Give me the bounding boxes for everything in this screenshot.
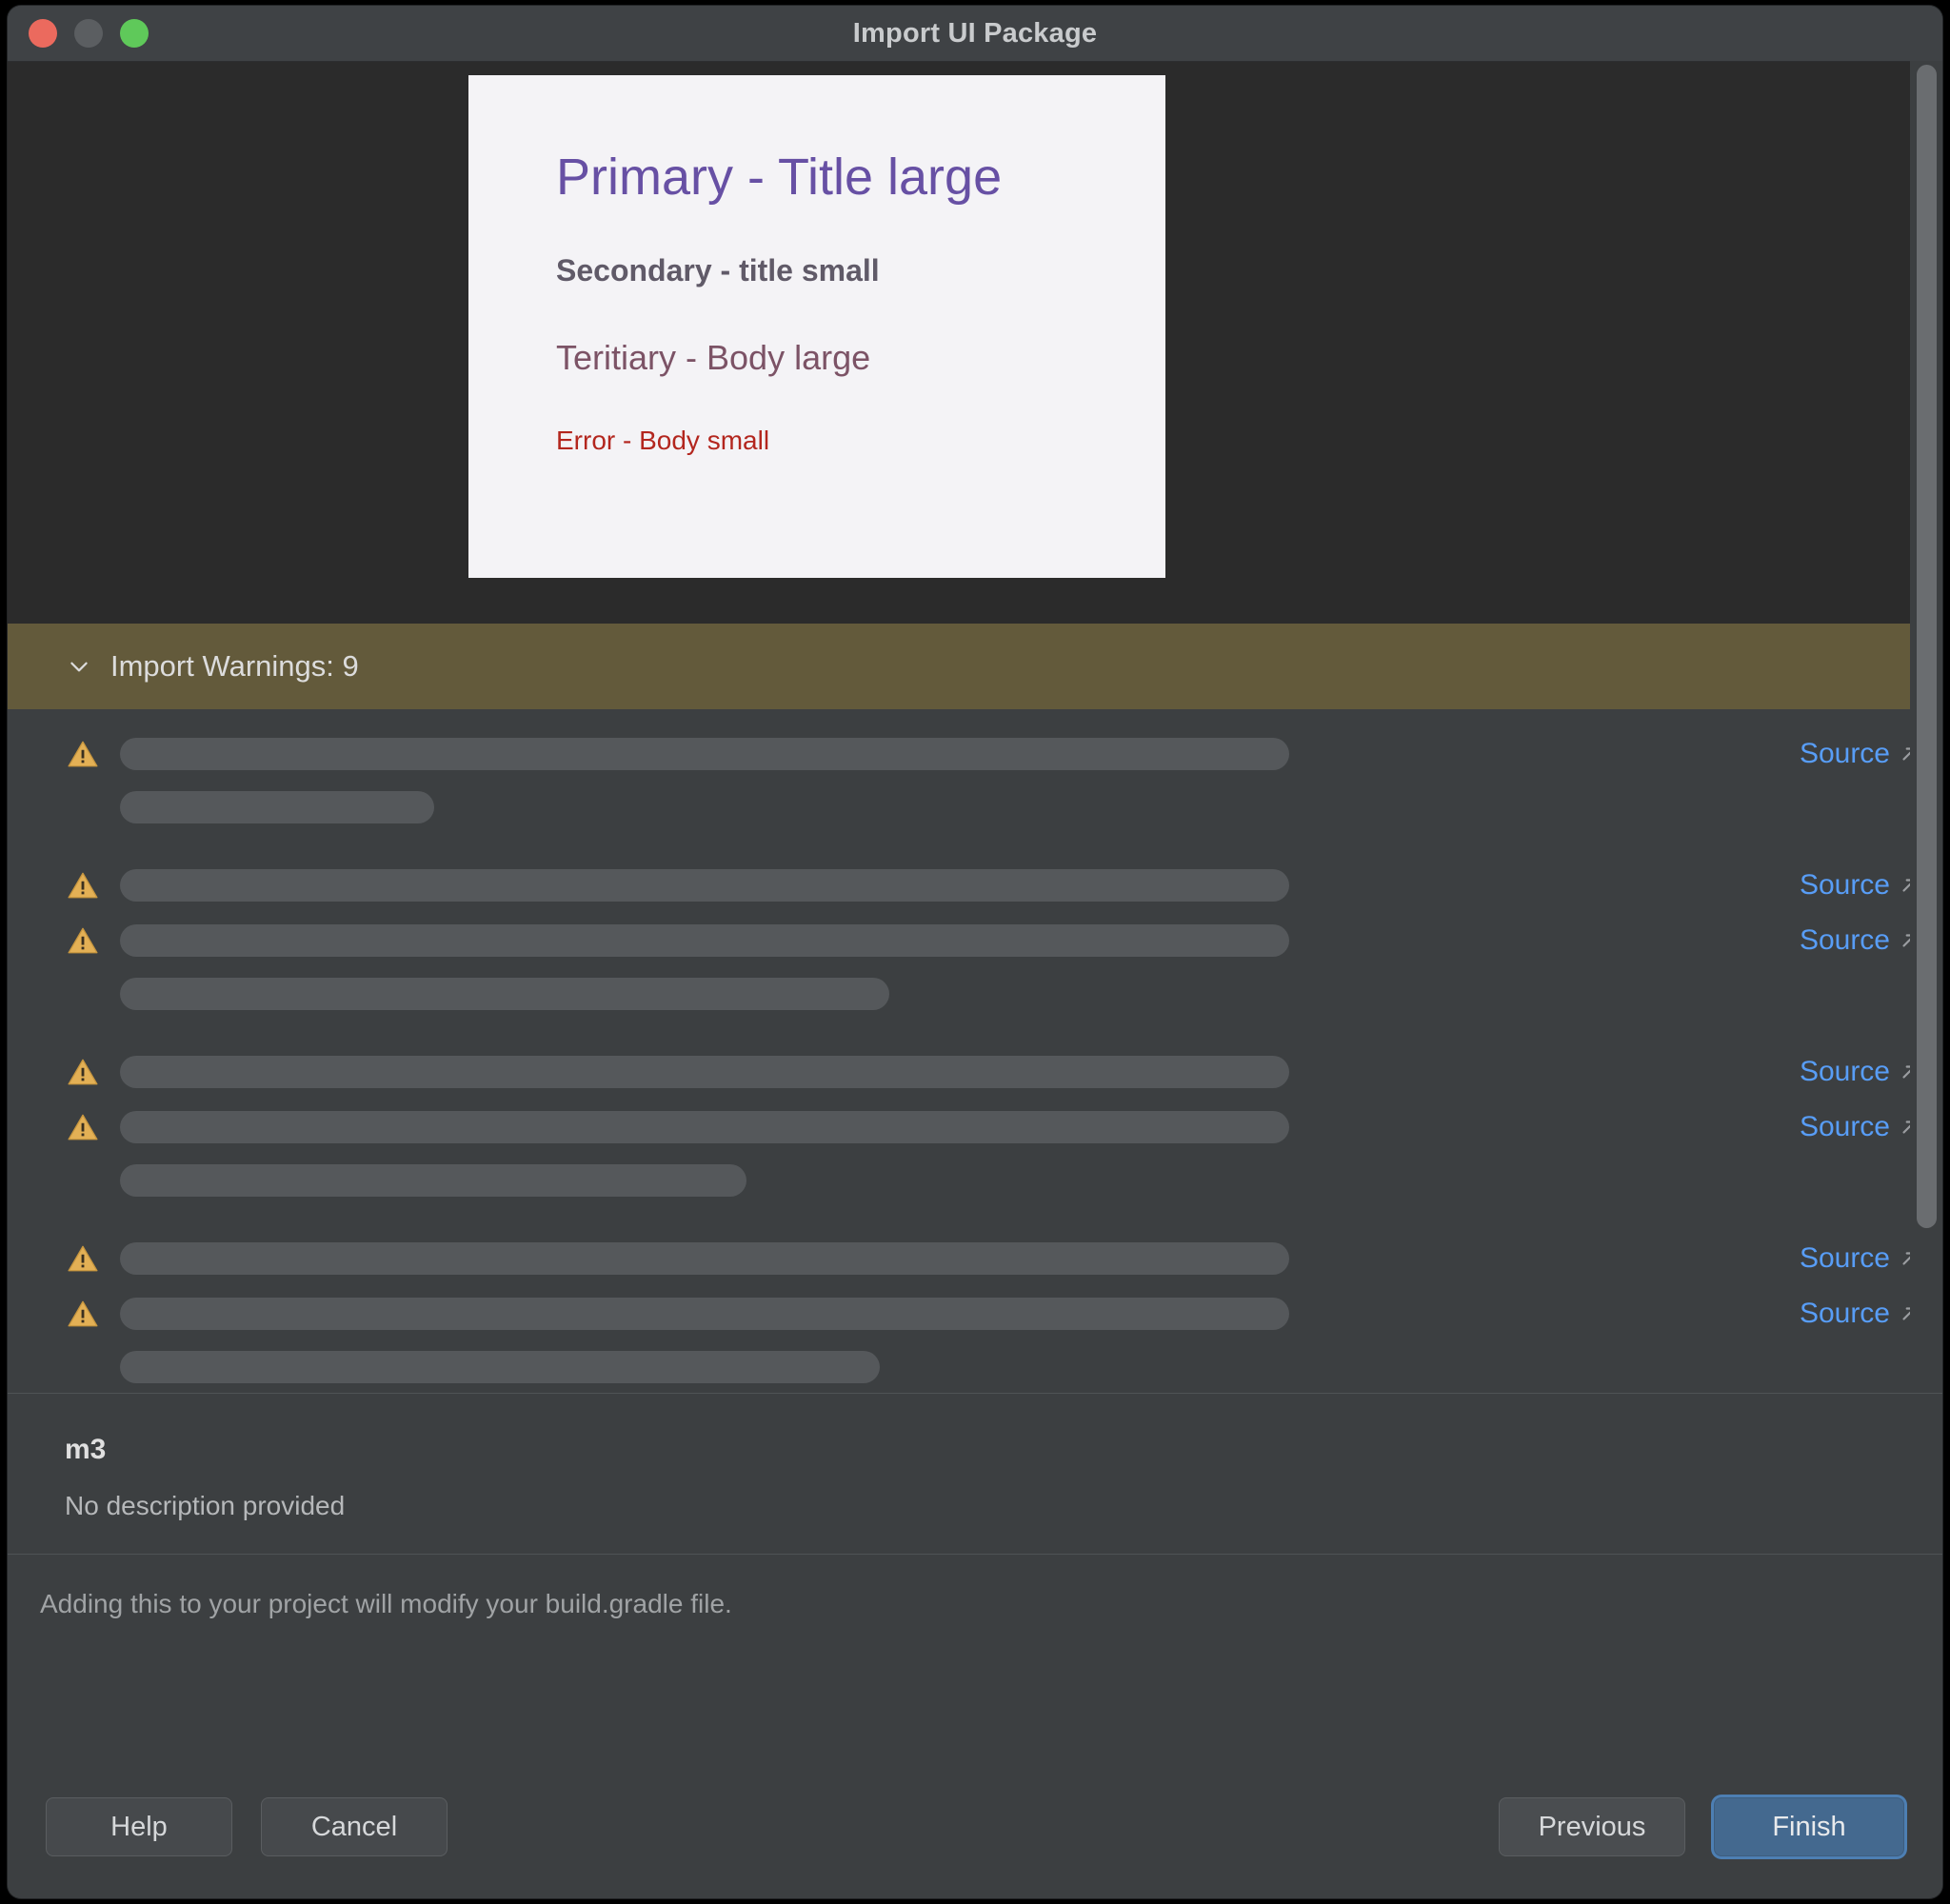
finish-button[interactable]: Finish bbox=[1714, 1797, 1904, 1856]
warning-detail-redacted bbox=[120, 791, 434, 823]
warning-message-redacted bbox=[120, 1298, 1289, 1330]
preview-primary-sample: Primary - Title large bbox=[556, 149, 1003, 206]
warning-item: Source bbox=[8, 1231, 1942, 1286]
warning-detail-redacted bbox=[120, 1351, 880, 1383]
warning-row: Source bbox=[8, 1286, 1942, 1341]
warning-item: Source bbox=[8, 1100, 1942, 1231]
gradle-note-panel: Adding this to your project will modify … bbox=[8, 1555, 1942, 1654]
warning-message-redacted bbox=[120, 869, 1289, 902]
warning-detail-redacted bbox=[120, 1164, 746, 1197]
warning-triangle-icon bbox=[68, 872, 98, 899]
warning-detail-row bbox=[8, 1155, 1942, 1206]
warning-group-gap bbox=[8, 833, 1942, 858]
warning-row: Source bbox=[8, 726, 1942, 782]
warning-triangle-icon bbox=[68, 1059, 98, 1085]
warning-group-gap bbox=[8, 1206, 1942, 1231]
warning-triangle-icon bbox=[68, 1245, 98, 1272]
import-warnings-label: Import Warnings: 9 bbox=[110, 649, 359, 683]
minimize-window-button[interactable] bbox=[74, 19, 103, 48]
warning-source-label: Source bbox=[1799, 738, 1890, 769]
warning-triangle-icon bbox=[68, 1114, 98, 1140]
warning-item: Source bbox=[8, 858, 1942, 913]
warning-row: Source bbox=[8, 913, 1942, 968]
warning-triangle-icon bbox=[68, 1300, 98, 1327]
chevron-down-icon bbox=[70, 662, 88, 672]
preview-error-sample: Error - Body small bbox=[556, 426, 770, 456]
warning-source-label: Source bbox=[1799, 1298, 1890, 1329]
warning-source-label: Source bbox=[1799, 869, 1890, 901]
warning-source-link[interactable]: Source bbox=[1777, 924, 1920, 957]
warning-item: Source bbox=[8, 1044, 1942, 1100]
theme-preview-card: Primary - Title large Secondary - title … bbox=[468, 75, 1165, 578]
import-warnings-banner[interactable]: Import Warnings: 9 bbox=[8, 624, 1942, 709]
warning-group-gap bbox=[8, 1020, 1942, 1044]
warning-source-link[interactable]: Source bbox=[1777, 738, 1920, 770]
window-title: Import UI Package bbox=[852, 17, 1098, 49]
warning-detail-redacted bbox=[120, 978, 889, 1010]
warning-source-link[interactable]: Source bbox=[1777, 1298, 1920, 1330]
warning-message-redacted bbox=[120, 1056, 1289, 1088]
warning-row: Source bbox=[8, 1100, 1942, 1155]
warning-item: Source bbox=[8, 726, 1942, 858]
warning-detail-row bbox=[8, 1341, 1942, 1393]
warning-row: Source bbox=[8, 858, 1942, 913]
warning-row: Source bbox=[8, 1044, 1942, 1100]
theme-preview-area: Primary - Title large Secondary - title … bbox=[8, 62, 1942, 624]
warning-source-link[interactable]: Source bbox=[1777, 1111, 1920, 1143]
gradle-note-text: Adding this to your project will modify … bbox=[40, 1589, 732, 1618]
warning-triangle-icon bbox=[68, 741, 98, 767]
warning-row: Source bbox=[8, 1231, 1942, 1286]
warning-message-redacted bbox=[120, 1111, 1289, 1143]
warning-detail-row bbox=[8, 782, 1942, 833]
warning-source-link[interactable]: Source bbox=[1777, 1242, 1920, 1275]
warning-source-link[interactable]: Source bbox=[1777, 1056, 1920, 1088]
cancel-button[interactable]: Cancel bbox=[261, 1797, 448, 1856]
import-ui-package-dialog: Import UI Package Primary - Title large … bbox=[8, 6, 1942, 1898]
previous-button[interactable]: Previous bbox=[1499, 1797, 1685, 1856]
warning-item: Source bbox=[8, 913, 1942, 1044]
warning-source-label: Source bbox=[1799, 1111, 1890, 1142]
dialog-scrollbar-track[interactable] bbox=[1910, 61, 1942, 1318]
warning-source-link[interactable]: Source bbox=[1777, 869, 1920, 902]
preview-tertiary-sample: Teritiary - Body large bbox=[556, 338, 871, 378]
warning-source-label: Source bbox=[1799, 924, 1890, 956]
warning-source-label: Source bbox=[1799, 1056, 1890, 1087]
window-controls bbox=[29, 19, 149, 48]
package-info-panel: m3 No description provided bbox=[8, 1394, 1942, 1554]
package-name: m3 bbox=[65, 1434, 107, 1465]
warning-message-redacted bbox=[120, 1242, 1289, 1275]
dialog-button-bar: Help Cancel Previous Finish bbox=[8, 1755, 1942, 1898]
dialog-scrollbar-thumb[interactable] bbox=[1917, 65, 1937, 1228]
package-description: No description provided bbox=[65, 1491, 346, 1520]
warning-item: Source bbox=[8, 1286, 1942, 1393]
warning-triangle-icon bbox=[68, 927, 98, 954]
import-warnings-list: Source Source Source Source Source Source Sour… bbox=[8, 709, 1942, 1393]
window-titlebar: Import UI Package bbox=[8, 6, 1942, 62]
warning-message-redacted bbox=[120, 738, 1289, 770]
warning-message-redacted bbox=[120, 924, 1289, 957]
help-button[interactable]: Help bbox=[46, 1797, 232, 1856]
warning-detail-row bbox=[8, 968, 1942, 1020]
preview-secondary-sample: Secondary - title small bbox=[556, 253, 880, 288]
maximize-window-button[interactable] bbox=[120, 19, 149, 48]
warning-source-label: Source bbox=[1799, 1242, 1890, 1274]
close-window-button[interactable] bbox=[29, 19, 57, 48]
